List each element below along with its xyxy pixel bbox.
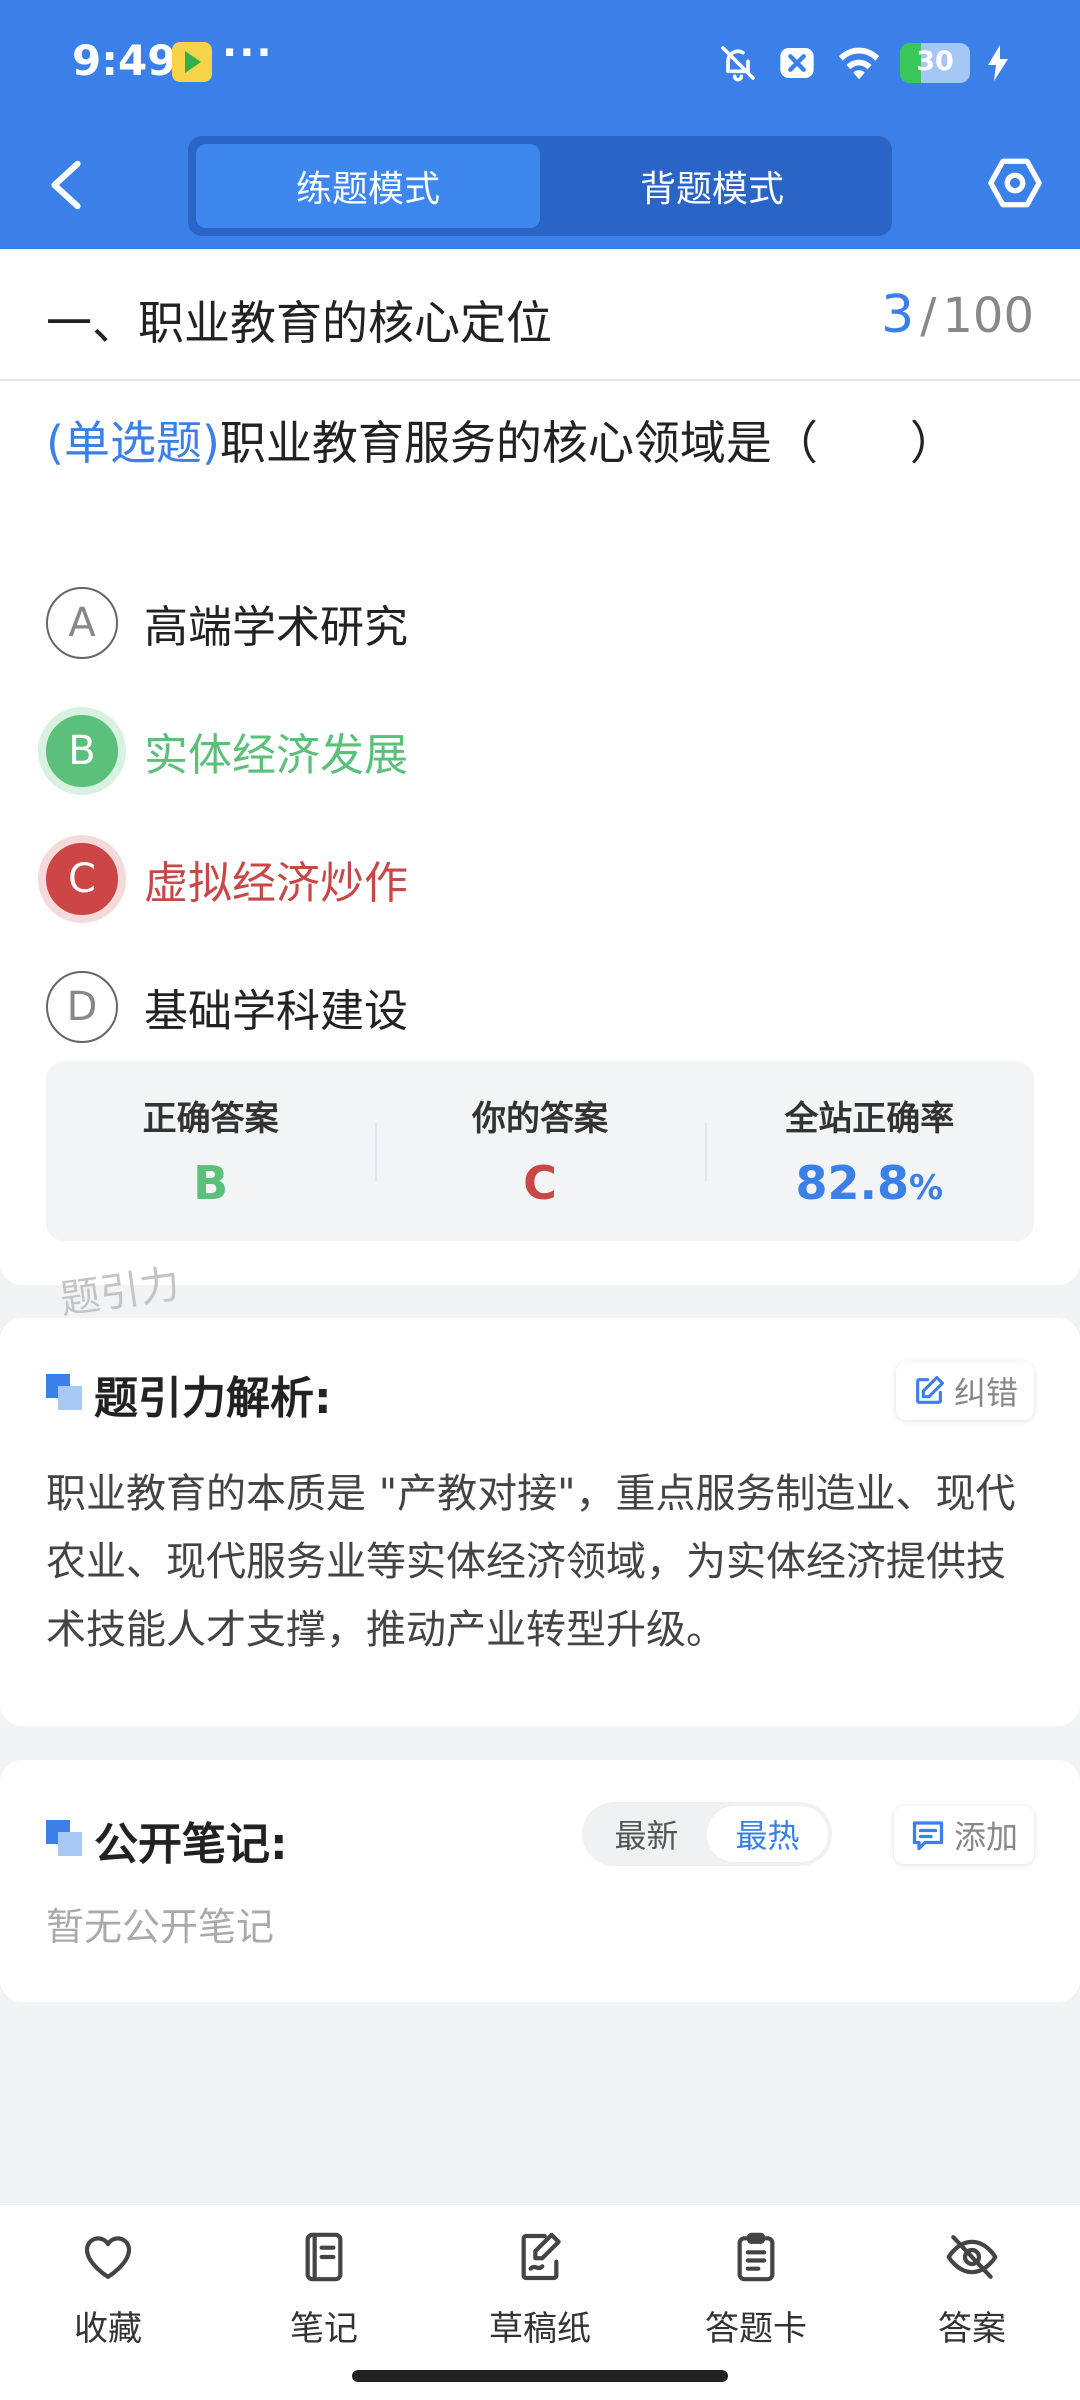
comment-icon (912, 1821, 944, 1851)
question-card: 一、职业教育的核心定位 3/100 (单选题)职业教育服务的核心领域是（ ） A… (0, 249, 1080, 1285)
battery-percent: 30 (916, 46, 954, 77)
top-header: 9:49 ··· 30 练题模式 背题模式 (0, 0, 1080, 249)
option-letter: C (46, 843, 118, 915)
report-error-label: 纠错 (953, 1374, 1018, 1412)
draft-paper-label: 草稿纸 (489, 2309, 591, 2349)
question-progress[interactable]: 3/100 (881, 285, 1034, 345)
add-note-label: 添加 (953, 1818, 1018, 1856)
option-text: 高端学术研究 (144, 602, 408, 653)
back-arrow-icon[interactable] (44, 160, 88, 210)
option-letter: A (46, 587, 118, 659)
your-answer-label: 你的答案 (471, 1099, 608, 1139)
video-app-notification-icon (172, 42, 212, 82)
question-type: (单选题) (46, 416, 220, 470)
option-letter: B (46, 715, 118, 787)
answer-card-icon (737, 2232, 775, 2282)
option-text: 虚拟经济炒作 (144, 858, 408, 909)
question-stem: (单选题)职业教育服务的核心领域是（ ） (46, 407, 956, 473)
empty-notes-text: 暂无公开笔记 (46, 1905, 275, 1949)
edit-icon (916, 1375, 945, 1404)
settings-hex-icon[interactable] (986, 154, 1044, 212)
show-answer-button[interactable]: 答案 (864, 2205, 1080, 2400)
analysis-text: 职业教育的本质是 "产教对接"，重点服务制造业、现代农业、现代服务业等实体经济领… (46, 1471, 1016, 1653)
no-sim-icon (780, 48, 814, 78)
answer-summary: 正确答案 B 你的答案 C 全站正确率 82.8% (46, 1061, 1034, 1241)
battery-indicator: 30 (900, 43, 970, 83)
draft-paper-icon (521, 2232, 561, 2281)
your-answer-col: 你的答案 C (375, 1061, 704, 1241)
section-square-icon (46, 1374, 82, 1410)
show-answer-label: 答案 (938, 2309, 1006, 2349)
mode-switch: 练题模式 背题模式 (188, 136, 892, 236)
correct-answer-value: B (193, 1156, 229, 1210)
option-letter: D (46, 971, 118, 1043)
section-title: 一、职业教育的核心定位 (46, 296, 552, 350)
site-accuracy-col: 全站正确率 82.8% (704, 1061, 1034, 1241)
answer-card-label: 答题卡 (705, 2309, 807, 2349)
tab-practice-mode[interactable]: 练题模式 (196, 144, 540, 228)
notes-title: 公开笔记: (94, 1819, 288, 1870)
question-text: 职业教育服务的核心领域是（ ） (219, 416, 956, 470)
status-icons: 30 (718, 40, 1008, 86)
progress-current: 3 (881, 285, 915, 345)
section-square-icon (46, 1820, 82, 1856)
more-notifications-indicator: ··· (222, 30, 274, 76)
option-a[interactable]: A 高端学术研究 (46, 585, 408, 661)
notebook-icon (305, 2232, 343, 2282)
site-accuracy-value: 82.8% (705, 1156, 1034, 1210)
progress-separator: / (920, 288, 937, 344)
heart-icon (84, 2236, 132, 2279)
your-answer-value: C (523, 1156, 557, 1210)
sort-latest[interactable]: 最新 (586, 1806, 707, 1862)
analysis-title: 题引力解析: (94, 1373, 332, 1424)
correct-answer-col: 正确答案 B (46, 1061, 375, 1241)
add-note-button[interactable]: 添加 (893, 1806, 1034, 1864)
tab-memorize-mode[interactable]: 背题模式 (540, 144, 884, 228)
accuracy-unit: % (909, 1168, 944, 1208)
option-text: 基础学科建设 (144, 986, 408, 1037)
analysis-card: 题引力解析: 纠错 职业教育的本质是 "产教对接"，重点服务制造业、现代农业、现… (0, 1318, 1080, 1726)
notes-sort-toggle: 最新 最热 (582, 1802, 832, 1866)
eye-off-icon (946, 2235, 998, 2279)
report-error-button[interactable]: 纠错 (895, 1362, 1034, 1420)
option-c[interactable]: C 虚拟经济炒作 (46, 841, 408, 917)
correct-answer-label: 正确答案 (142, 1099, 279, 1139)
wifi-icon (838, 47, 880, 80)
option-text: 实体经济发展 (144, 730, 408, 781)
mute-bell-icon (721, 46, 755, 82)
notes-label: 笔记 (290, 2309, 358, 2349)
sort-hottest[interactable]: 最热 (707, 1806, 828, 1862)
option-d[interactable]: D 基础学科建设 (46, 969, 408, 1045)
notes-card: 公开笔记: 最新 最热 添加 暂无公开笔记 (0, 1760, 1080, 2002)
progress-total: 100 (942, 288, 1034, 344)
status-time: 9:49 (72, 36, 177, 85)
favorite-label: 收藏 (74, 2309, 142, 2349)
accuracy-number: 82.8 (795, 1156, 910, 1210)
site-accuracy-label: 全站正确率 (784, 1099, 955, 1139)
divider (0, 379, 1080, 381)
home-indicator[interactable] (352, 2370, 728, 2382)
favorite-button[interactable]: 收藏 (0, 2205, 216, 2400)
charging-bolt-icon (988, 45, 1008, 81)
option-b[interactable]: B 实体经济发展 (46, 713, 408, 789)
